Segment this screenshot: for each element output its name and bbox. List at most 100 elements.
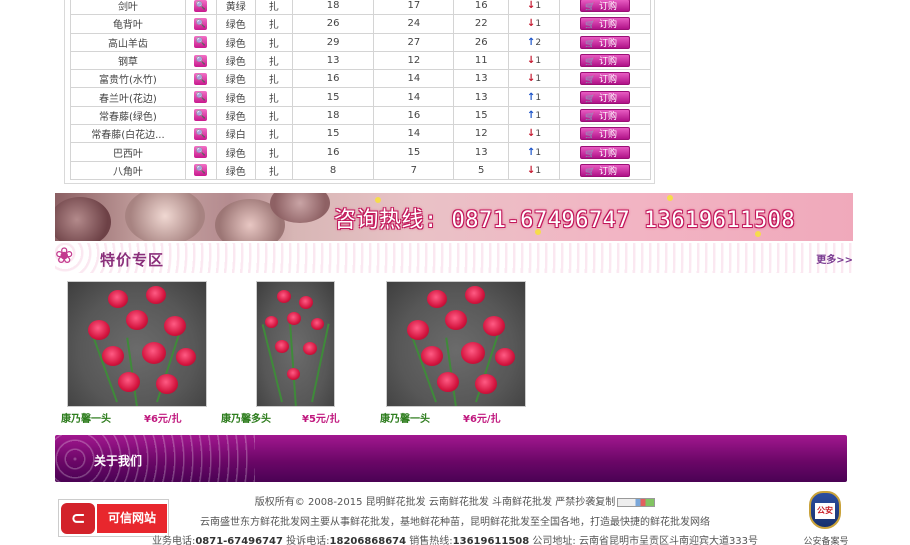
trend-value: 1 — [535, 19, 542, 30]
cart-icon: 🛒 — [585, 38, 595, 48]
magnifier-icon[interactable]: 🔍 — [194, 146, 208, 159]
view-cell: 🔍 — [184, 160, 217, 180]
cnzz-stats-icon[interactable] — [617, 497, 656, 507]
magnifier-icon[interactable]: 🔍 — [194, 72, 208, 85]
product-photo[interactable] — [386, 281, 526, 407]
order-button[interactable]: 🛒 订购 — [580, 17, 631, 31]
buy-cell: 🛒 订购 — [559, 87, 651, 107]
police-record-label: 公安备案号 — [803, 537, 849, 545]
business-phone: 0871-67496747 — [195, 536, 283, 545]
order-button[interactable]: 🛒 订购 — [580, 35, 631, 49]
magnifier-icon[interactable]: 🔍 — [194, 91, 208, 104]
magnifier-icon[interactable]: 🔍 — [194, 109, 208, 122]
buy-cell: 🛒 订购 — [559, 50, 651, 71]
product-name[interactable]: 康乃馨多头 — [221, 410, 271, 425]
order-button[interactable]: 🛒 订购 — [580, 90, 631, 104]
trend-value: 1 — [535, 147, 542, 158]
product-photo[interactable] — [256, 281, 335, 407]
more-link[interactable]: 更多>> — [816, 251, 853, 266]
price-cell: 12 — [373, 50, 455, 71]
price-cell: 14 — [373, 69, 455, 89]
price-cell: 24 — [373, 14, 455, 34]
product-price: ¥5元/扎 — [302, 414, 340, 425]
order-button[interactable]: 🛒 订购 — [580, 163, 631, 177]
order-button-label: 订购 — [598, 2, 617, 13]
magnifier-icon[interactable]: 🔍 — [194, 164, 208, 177]
decorative-pattern — [55, 435, 255, 482]
magnifier-icon[interactable]: 🔍 — [194, 0, 208, 12]
order-button[interactable]: 🛒 订购 — [580, 145, 631, 159]
trend-value: 1 — [535, 1, 542, 12]
product-name-cell[interactable]: 高山羊齿 — [70, 32, 186, 52]
view-cell: 🔍 — [184, 0, 217, 16]
view-cell: 🔍 — [184, 142, 217, 162]
product-name-cell[interactable]: 巴西叶 — [70, 142, 186, 162]
table-row: 高山羊齿 🔍 绿色扎 29 27 26 ↑2 🛒 订购 — [70, 32, 651, 52]
business-phone-label: 业务电话: — [151, 536, 196, 545]
magnifier-icon[interactable]: 🔍 — [194, 54, 208, 67]
magnifier-icon[interactable]: 🔍 — [194, 36, 208, 49]
cart-icon: 🛒 — [585, 75, 595, 85]
price-cell: 26 — [291, 14, 375, 34]
color-cell: 绿色 — [215, 105, 256, 126]
price-cell: 18 — [291, 0, 375, 16]
table-row: 龟背叶 🔍 绿色扎 26 24 22 ↓1 🛒 订购 — [70, 14, 651, 34]
product-name-cell[interactable]: 春兰叶(花边) — [70, 87, 186, 107]
product-name-cell[interactable]: 钢草 — [70, 50, 186, 71]
product-name-cell[interactable]: 八角叶 — [70, 160, 186, 180]
order-button-label: 订购 — [598, 148, 617, 159]
product-name-cell[interactable]: 剑叶 — [70, 0, 186, 16]
color-cell: 绿色 — [215, 142, 256, 162]
magnifier-icon[interactable]: 🔍 — [194, 17, 208, 30]
buy-cell: 🛒 订购 — [559, 105, 651, 126]
order-button[interactable]: 🛒 订购 — [580, 54, 631, 68]
unit-cell: 扎 — [254, 32, 293, 52]
trend-value: 1 — [535, 56, 542, 67]
product-name-cell[interactable]: 常春藤(绿色) — [70, 105, 186, 126]
price-cell: 17 — [373, 0, 455, 16]
flourish-icon: ❀ — [55, 244, 74, 269]
product-name-cell[interactable]: 富贵竹(水竹) — [70, 69, 186, 89]
product-price: ¥6元/扎 — [463, 414, 501, 425]
unit-cell: 扎 — [254, 14, 293, 34]
complaint-phone: 18206868674 — [329, 536, 407, 545]
table-row: 常春藤(绿色) 🔍 绿色扎 18 16 15 ↑1 🛒 订购 — [70, 105, 651, 126]
unit-cell: 扎 — [254, 160, 293, 180]
buy-cell: 🛒 订购 — [559, 32, 651, 52]
cart-icon: 🛒 — [585, 148, 595, 158]
product-photo[interactable] — [67, 281, 207, 407]
trend-value: 1 — [535, 165, 542, 176]
color-cell: 绿色 — [215, 14, 256, 34]
order-button-label: 订购 — [598, 111, 617, 122]
product-name[interactable]: 康乃馨一头 — [61, 410, 111, 425]
copyright-text: 版权所有© 2008-2015 昆明鲜花批发 云南鲜花批发 斗南鲜花批发 严禁抄… — [254, 497, 616, 508]
order-button[interactable]: 🛒 订购 — [580, 127, 631, 141]
table-row: 巴西叶 🔍 绿色扎 16 15 13 ↑1 🛒 订购 — [70, 142, 651, 162]
cart-icon: 🛒 — [585, 130, 595, 140]
product-name-cell[interactable]: 龟背叶 — [70, 14, 186, 34]
order-button[interactable]: 🛒 订购 — [580, 108, 631, 122]
hotline-banner[interactable]: 咨询热线: 0871-67496747 13619611508 — [55, 193, 853, 241]
order-button[interactable]: 🛒 订购 — [580, 72, 631, 86]
about-us-link[interactable]: 关于我们 — [94, 452, 142, 469]
unit-cell: 扎 — [254, 0, 293, 16]
price-cell: 14 — [373, 124, 455, 144]
order-button-label: 订购 — [598, 38, 617, 49]
price-cell: 14 — [373, 87, 455, 107]
product-name-cell[interactable]: 常春藤(白花边... — [70, 124, 186, 144]
price-cell: 13 — [291, 50, 375, 71]
magnifier-icon[interactable]: 🔍 — [194, 127, 208, 140]
buy-cell: 🛒 订购 — [559, 142, 651, 162]
cart-icon: 🛒 — [585, 2, 595, 12]
table-row: 春兰叶(花边) 🔍 绿色扎 15 14 13 ↑1 🛒 订购 — [70, 87, 651, 107]
order-button[interactable]: 🛒 订购 — [580, 0, 631, 13]
order-button-label: 订购 — [598, 20, 617, 31]
order-button-label: 订购 — [598, 166, 617, 177]
price-cell: 11 — [453, 50, 510, 71]
price-table-panel: 剑叶 🔍 黄绿扎 18 17 16 ↓1 🛒 订购 龟背叶 🔍 绿色扎 26 24 22 ↓1 🛒 订购 高山羊齿 🔍… — [64, 0, 655, 184]
table-row: 富贵竹(水竹) 🔍 绿色扎 16 14 13 ↓1 🛒 订购 — [70, 69, 651, 89]
product-name[interactable]: 康乃馨一头 — [380, 410, 430, 425]
police-record-badge[interactable]: 公安 公安备案号 — [800, 489, 852, 545]
unit-cell: 扎 — [254, 124, 293, 144]
police-emblem-icon: 公安 — [809, 491, 841, 529]
